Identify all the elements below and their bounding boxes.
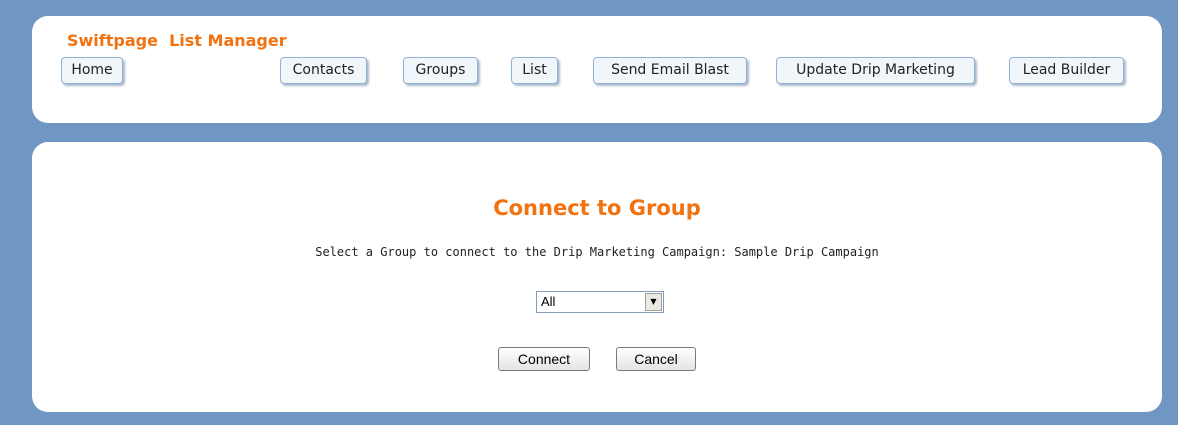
- nav-list-button[interactable]: List: [511, 57, 558, 84]
- page-title: Connect to Group: [493, 196, 701, 220]
- group-select-value: All: [541, 294, 556, 309]
- cancel-button[interactable]: Cancel: [616, 347, 696, 371]
- connect-button[interactable]: Connect: [498, 347, 590, 371]
- group-select[interactable]: All ▼: [536, 291, 664, 313]
- app-title: Swiftpage List Manager: [67, 31, 287, 50]
- main-panel: Connect to Group Select a Group to conne…: [32, 142, 1162, 412]
- nav-home-button[interactable]: Home: [61, 57, 123, 84]
- header-panel: Swiftpage List Manager Home Contacts Gro…: [32, 16, 1162, 123]
- nav-update-drip-marketing-button[interactable]: Update Drip Marketing: [776, 57, 975, 84]
- nav-contacts-button[interactable]: Contacts: [280, 57, 367, 84]
- nav-lead-builder-button[interactable]: Lead Builder: [1009, 57, 1124, 84]
- chevron-down-icon[interactable]: ▼: [645, 293, 662, 311]
- instruction-text: Select a Group to connect to the Drip Ma…: [315, 245, 879, 259]
- nav-groups-button[interactable]: Groups: [403, 57, 478, 84]
- nav-send-email-blast-button[interactable]: Send Email Blast: [593, 57, 747, 84]
